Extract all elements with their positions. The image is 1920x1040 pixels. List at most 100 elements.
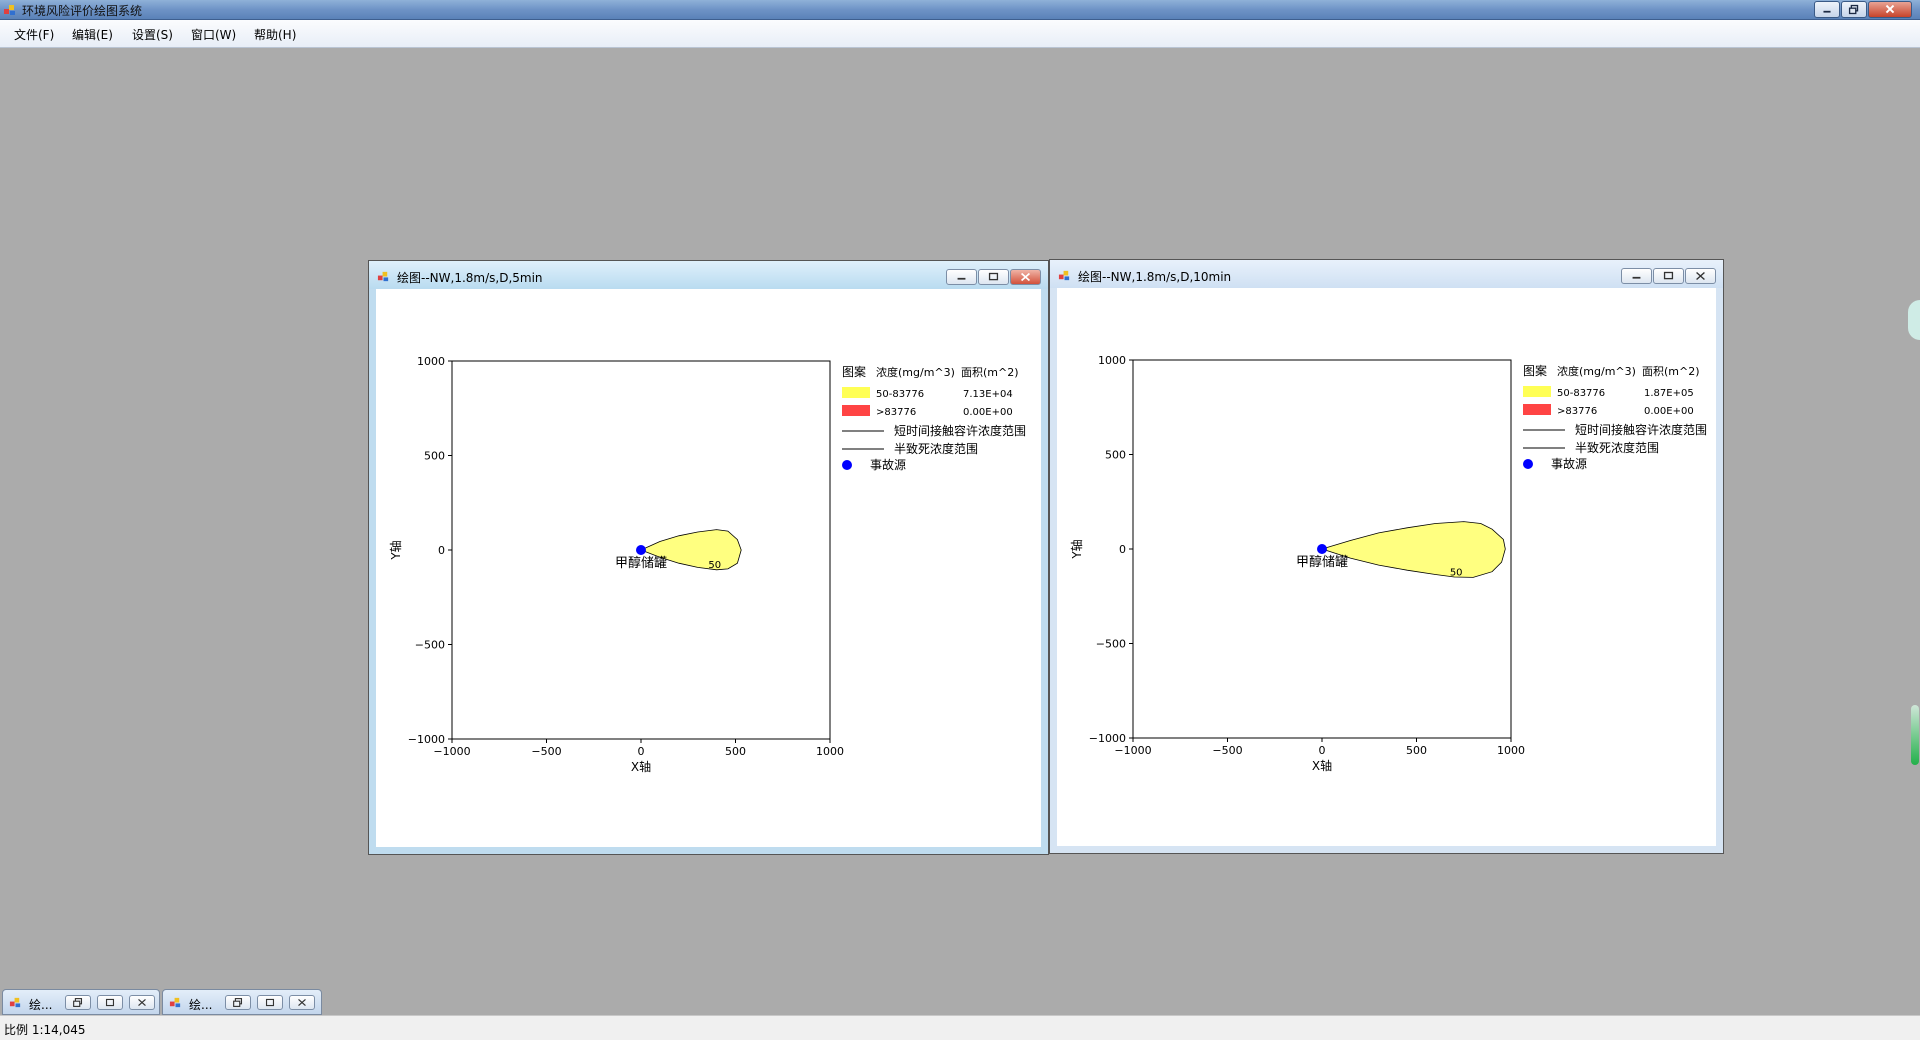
source-label: 甲醇储罐 — [1296, 554, 1348, 570]
close-icon — [1885, 4, 1895, 14]
plot-window-title-bar[interactable]: 绘图--NW,1.8m/s,D,10min — [1050, 260, 1723, 288]
plot-window-10min[interactable]: 绘图--NW,1.8m/s,D,10min −1000 −500 0 500 1000 1… — [1049, 259, 1724, 854]
scale-readout: 比例 1:14,045 — [4, 1023, 86, 1037]
legend-lethal-label: 半致死浓度范围 — [1575, 440, 1659, 455]
plot-window-title: 绘图--NW,1.8m/s,D,10min — [1078, 270, 1232, 284]
maximize-button[interactable] — [97, 995, 123, 1010]
window-maximize-button[interactable] — [1653, 268, 1684, 284]
x-tick-label: 1000 — [1497, 744, 1525, 757]
legend-short-term-label: 短时间接触容许浓度范围 — [894, 423, 1026, 438]
maximize-icon — [988, 272, 999, 281]
legend-swatch — [842, 387, 870, 398]
legend-swatch — [1523, 386, 1551, 397]
accident-source-point — [1317, 544, 1327, 554]
window-icon — [9, 997, 21, 1008]
window-close-button[interactable] — [1010, 269, 1041, 285]
plot-window-title: 绘图--NW,1.8m/s,D,5min — [397, 271, 543, 285]
close-icon — [1020, 272, 1031, 282]
app-title-bar[interactable]: 环境风险评价绘图系统 — [0, 0, 1920, 20]
x-tick-label: 0 — [638, 745, 645, 758]
minimize-icon — [1823, 10, 1831, 13]
y-tick-label: −1000 — [1089, 732, 1126, 745]
restore-icon — [1848, 4, 1859, 15]
plot-window-5min[interactable]: 绘图--NW,1.8m/s,D,5min −1000 −500 0 500 1000 10… — [368, 260, 1049, 855]
edge-scroll-indicator[interactable] — [1911, 705, 1919, 765]
menu-bar: 文件(F) 编辑(E) 设置(S) 窗口(W) 帮助(H) — [0, 20, 1920, 48]
y-tick-label: 500 — [424, 450, 445, 463]
maximize-button[interactable] — [257, 995, 283, 1010]
window-icon — [169, 997, 181, 1008]
restore-button[interactable] — [65, 995, 91, 1010]
edge-widget[interactable] — [1908, 300, 1920, 340]
plot-window-title-bar[interactable]: 绘图--NW,1.8m/s,D,5min — [369, 261, 1048, 289]
legend-area: 0.00E+00 — [963, 407, 1013, 418]
y-axis-label: Y轴 — [388, 540, 403, 560]
source-label: 甲醇储罐 — [615, 555, 667, 571]
legend-concentration: 50-83776 — [1557, 388, 1605, 399]
window-maximize-button[interactable] — [978, 269, 1009, 285]
legend-source-label: 事故源 — [870, 457, 906, 472]
app-title: 环境风险评价绘图系统 — [22, 4, 143, 18]
maximize-icon — [1663, 271, 1674, 280]
close-button[interactable] — [1868, 1, 1912, 18]
x-tick-label: 1000 — [816, 745, 844, 758]
plot-canvas: −1000 −500 0 500 1000 1000 500 0 −500 −1000 X轴 Y轴 50… — [1057, 288, 1716, 846]
window-icon — [377, 271, 389, 282]
close-button[interactable] — [129, 995, 155, 1010]
legend-area: 7.13E+04 — [963, 389, 1013, 400]
status-bar: 比例 1:14,045 — [0, 1015, 1920, 1040]
x-axis-label: X轴 — [631, 759, 651, 774]
legend-area: 0.00E+00 — [1644, 406, 1694, 417]
y-tick-label: −1000 — [408, 733, 445, 746]
menu-help[interactable]: 帮助(H) — [254, 26, 296, 43]
legend-source-marker — [1523, 459, 1533, 469]
chart-10min: −1000 −500 0 500 1000 1000 500 0 −500 −1000 X轴 Y轴 50… — [1069, 354, 1707, 773]
contour-label: 50 — [1450, 567, 1463, 578]
legend-header-pattern: 图案 — [842, 364, 866, 379]
menu-window[interactable]: 窗口(W) — [191, 26, 236, 43]
menu-edit[interactable]: 编辑(E) — [72, 26, 113, 43]
menu-settings[interactable]: 设置(S) — [132, 26, 173, 43]
app-icon — [4, 5, 15, 15]
y-tick-label: 1000 — [417, 355, 445, 368]
y-tick-label: −500 — [415, 639, 445, 652]
close-icon — [298, 999, 306, 1006]
menu-file[interactable]: 文件(F) — [14, 26, 54, 43]
window-icon — [1058, 270, 1070, 281]
legend-source-label: 事故源 — [1551, 456, 1587, 471]
y-tick-label: −500 — [1096, 638, 1126, 651]
close-button[interactable] — [289, 995, 315, 1010]
legend-source-marker — [842, 460, 852, 470]
restore-button[interactable] — [1841, 1, 1867, 18]
legend-header-concentration: 浓度(mg/m^3) — [1557, 364, 1636, 378]
y-tick-label: 500 — [1105, 449, 1126, 462]
window-minimize-button[interactable] — [946, 269, 977, 285]
plot-canvas: −1000 −500 0 500 1000 1000 500 0 −500 −1000 X轴 Y轴 50… — [376, 289, 1041, 847]
maximize-icon — [265, 998, 275, 1007]
legend-lethal-label: 半致死浓度范围 — [894, 441, 978, 456]
y-tick-label: 1000 — [1098, 354, 1126, 367]
y-axis-label: Y轴 — [1069, 539, 1084, 559]
restore-button[interactable] — [225, 995, 251, 1010]
minimized-window-label: 绘... — [189, 998, 213, 1012]
x-tick-label: 500 — [725, 745, 746, 758]
minimized-window-2[interactable]: 绘... — [162, 989, 322, 1015]
maximize-icon — [105, 998, 115, 1007]
legend-area: 1.87E+05 — [1644, 388, 1694, 399]
close-icon — [1696, 271, 1705, 281]
chart-5min: −1000 −500 0 500 1000 1000 500 0 −500 −1000 X轴 Y轴 50… — [388, 355, 1026, 774]
window-minimize-button[interactable] — [1621, 268, 1652, 284]
window-close-button[interactable] — [1685, 268, 1716, 284]
legend-concentration: >83776 — [876, 407, 916, 418]
minimize-button[interactable] — [1814, 1, 1840, 18]
minimize-icon — [1632, 276, 1641, 279]
legend-header-area: 面积(m^2) — [1642, 365, 1700, 378]
x-tick-label: −1000 — [1114, 744, 1151, 757]
legend-swatch — [842, 405, 870, 416]
contour-label: 50 — [708, 560, 721, 571]
close-icon — [138, 999, 146, 1006]
x-axis-label: X轴 — [1312, 758, 1332, 773]
minimize-icon — [957, 277, 966, 280]
legend-short-term-label: 短时间接触容许浓度范围 — [1575, 422, 1707, 437]
minimized-window-1[interactable]: 绘... — [2, 989, 160, 1015]
